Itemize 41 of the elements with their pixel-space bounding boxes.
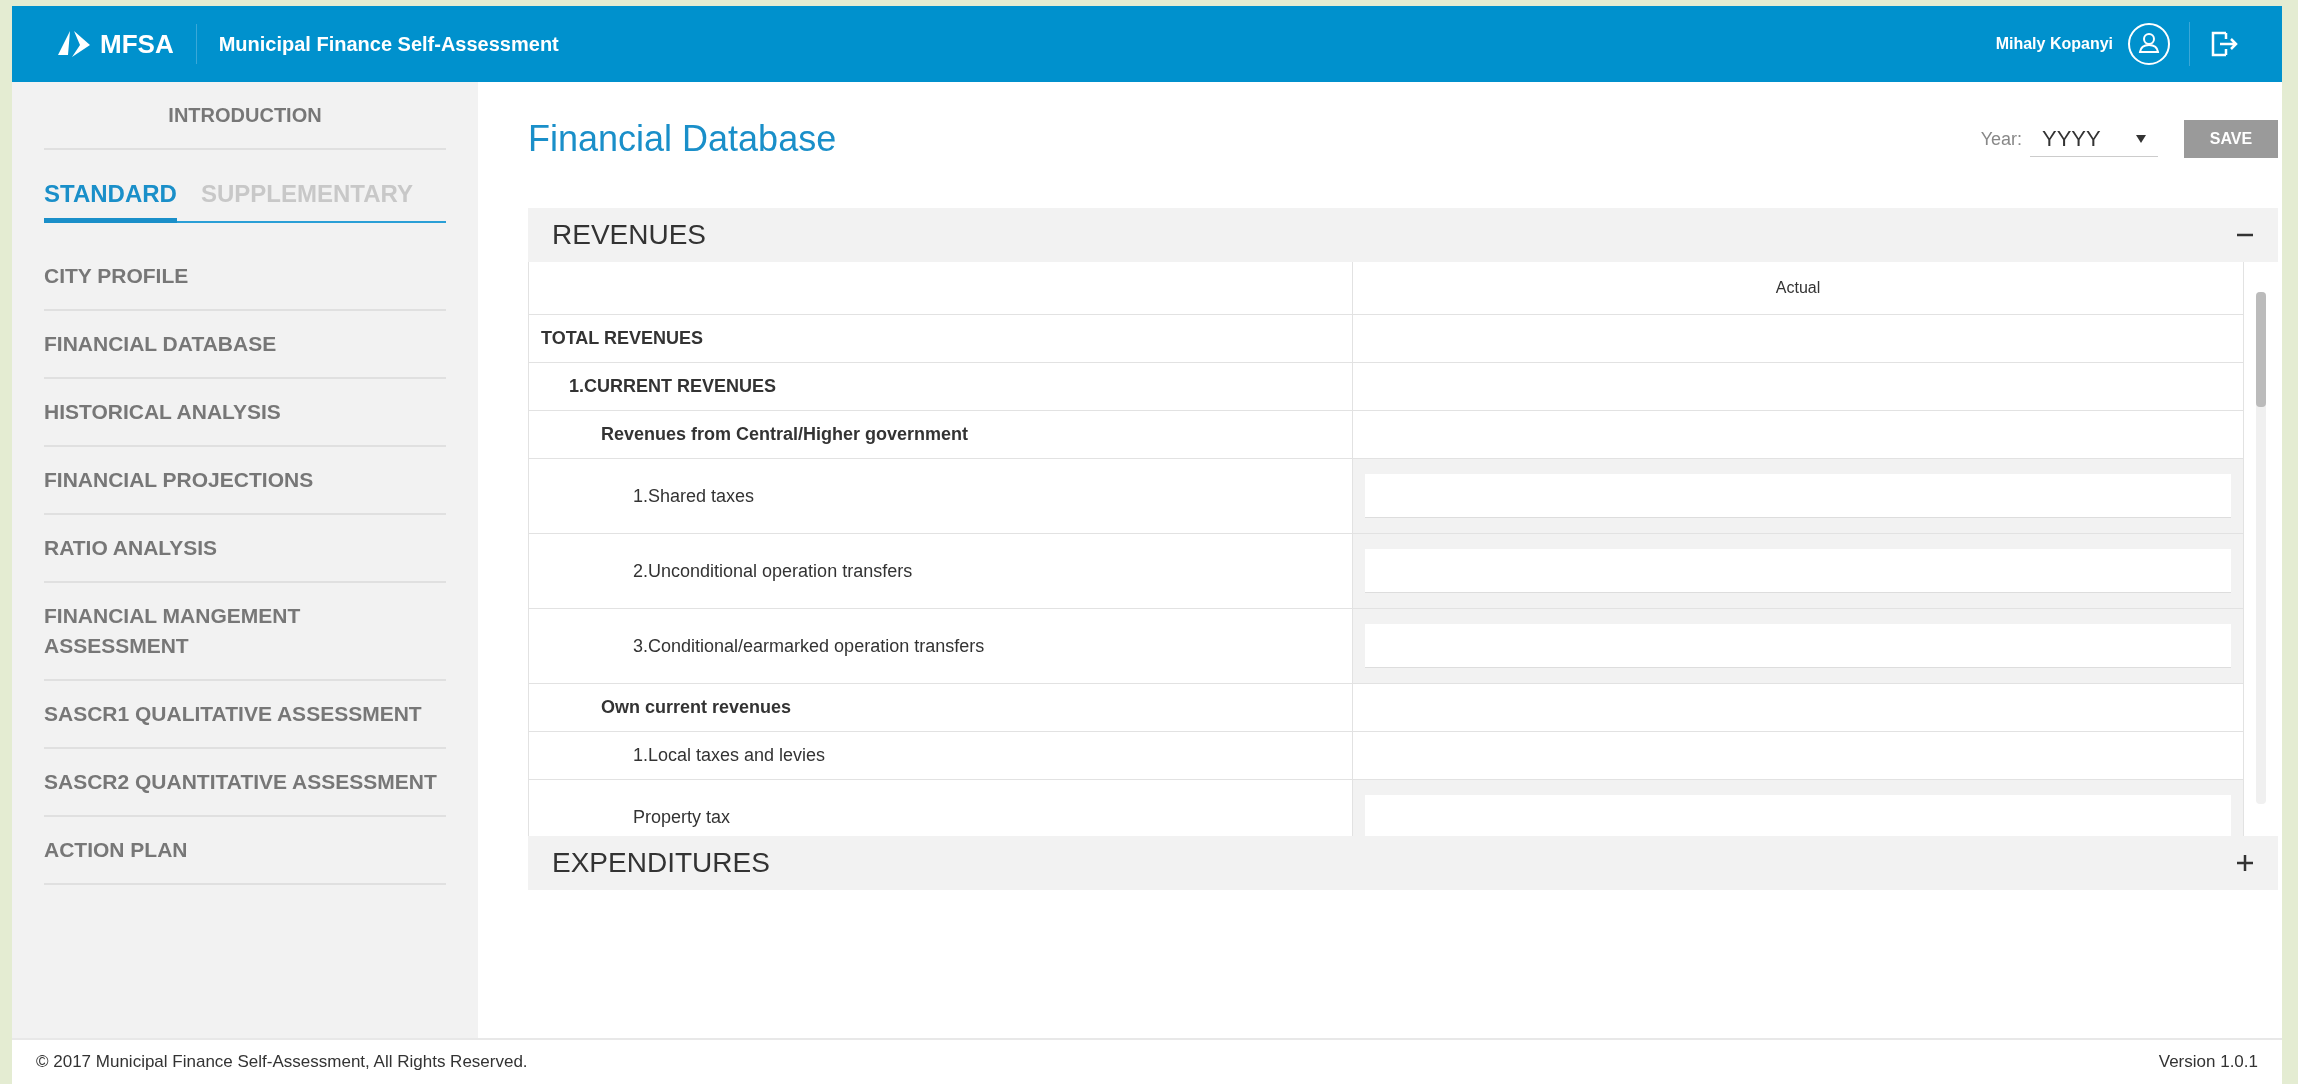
row-label: Own current revenues bbox=[601, 696, 792, 719]
sidebar-item[interactable]: SASCR2 QUANTITATIVE ASSESSMENT bbox=[44, 767, 437, 797]
sidebar-item[interactable]: FINANCIAL DATABASE bbox=[44, 329, 277, 359]
year-label: Year: bbox=[1980, 127, 2022, 151]
year-select[interactable]: YYYY bbox=[2030, 121, 2158, 157]
sidebar-item[interactable]: RATIO ANALYSIS bbox=[44, 533, 218, 563]
sidebar-tab[interactable]: STANDARD bbox=[44, 176, 177, 223]
sidebar-item[interactable]: CITY PROFILE bbox=[44, 261, 189, 291]
scrollbar[interactable] bbox=[2256, 292, 2266, 804]
row-label: Property tax bbox=[633, 805, 731, 829]
section-title: EXPENDITURES bbox=[552, 846, 770, 880]
copyright-text: © 2017 Municipal Finance Self-Assessment, All Rights Reserved. bbox=[36, 1051, 528, 1074]
column-header: Actual bbox=[1775, 278, 1821, 298]
sidebar-item[interactable]: FINANCIAL MANGEMENT ASSESSMENT bbox=[44, 601, 446, 661]
logo-icon bbox=[56, 29, 92, 59]
app-title: Municipal Finance Self-Assessment bbox=[218, 32, 559, 57]
row-label: 2.Unconditional operation transfers bbox=[633, 559, 913, 583]
row-label: 3.Conditional/earmarked operation transfers bbox=[633, 634, 985, 658]
row-label: TOTAL REVENUES bbox=[541, 327, 704, 350]
page-title: Financial Database bbox=[528, 117, 837, 161]
section-header[interactable]: REVENUES bbox=[528, 208, 2278, 262]
user-icon[interactable] bbox=[2127, 22, 2171, 66]
plus-icon[interactable] bbox=[2236, 854, 2254, 872]
sidebar-item[interactable]: HISTORICAL ANALYSIS bbox=[44, 397, 281, 427]
row-label: 1.Shared taxes bbox=[633, 484, 755, 508]
logo-text: MFSA bbox=[100, 27, 174, 61]
dropdown-icon bbox=[2136, 134, 2146, 143]
value-input[interactable] bbox=[1365, 474, 2231, 518]
sidebar-item[interactable]: SASCR1 QUALITATIVE ASSESSMENT bbox=[44, 699, 422, 729]
row-label: 1.CURRENT REVENUES bbox=[569, 375, 777, 398]
sidebar-item[interactable]: FINANCIAL PROJECTIONS bbox=[44, 465, 314, 495]
user-name[interactable]: Mihaly Kopanyi bbox=[1995, 32, 2113, 56]
version-text: Version 1.0.1 bbox=[2158, 1051, 2258, 1074]
row-label: Revenues from Central/Higher government bbox=[601, 423, 969, 446]
row-label: 1.Local taxes and levies bbox=[633, 744, 826, 767]
section-header[interactable]: EXPENDITURES bbox=[528, 836, 2278, 890]
sidebar-item[interactable]: ACTION PLAN bbox=[44, 835, 188, 865]
introduction-link[interactable]: INTRODUCTION bbox=[168, 100, 322, 130]
value-input[interactable] bbox=[1365, 549, 2231, 593]
section-title: REVENUES bbox=[552, 218, 707, 252]
value-input[interactable] bbox=[1365, 624, 2231, 668]
